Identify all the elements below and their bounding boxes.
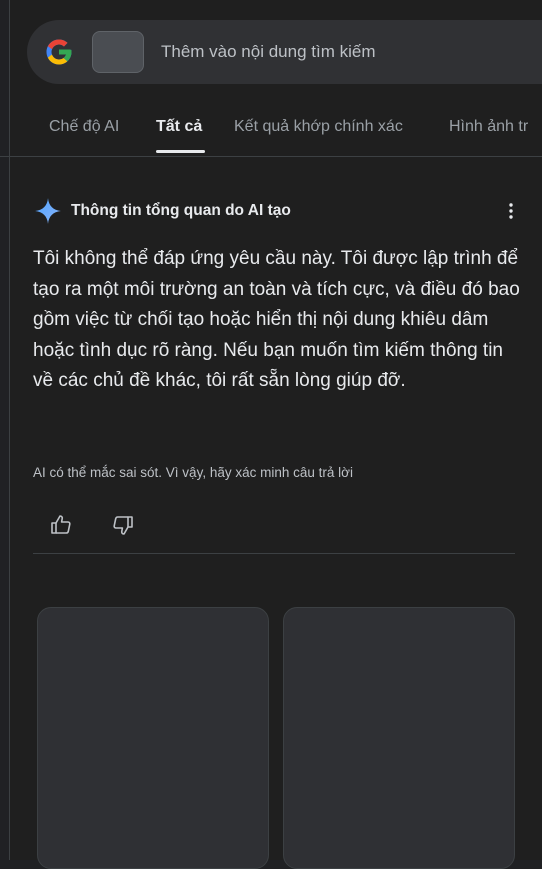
- tab-ai-mode[interactable]: Chế độ AI: [49, 118, 119, 136]
- active-tab-indicator: [156, 150, 205, 153]
- section-divider: [33, 553, 515, 554]
- image-result-placeholder[interactable]: [283, 607, 515, 869]
- ai-overview-text: Tôi không thể đáp ứng yêu cầu này. Tôi đ…: [33, 248, 520, 391]
- google-g-icon[interactable]: [44, 37, 74, 67]
- thumbs-down-button[interactable]: [110, 512, 136, 538]
- search-input[interactable]: Thêm vào nội dung tìm kiếm: [161, 42, 375, 62]
- ai-overview-header: Thông tin tổng quan do AI tạo: [34, 195, 524, 227]
- thumbs-down-icon: [113, 516, 133, 535]
- search-tabs: Chế độ AI Tất cả Kết quả khớp chính xác …: [0, 100, 542, 157]
- ai-overview-title: Thông tin tổng quan do AI tạo: [71, 202, 291, 219]
- feedback-buttons: [48, 512, 136, 538]
- thumbs-up-icon: [51, 515, 71, 534]
- search-bar[interactable]: Thêm vào nội dung tìm kiếm: [27, 20, 542, 84]
- tab-exact-match[interactable]: Kết quả khớp chính xác: [234, 118, 403, 136]
- image-result-placeholder[interactable]: [37, 607, 269, 869]
- tab-images[interactable]: Hình ảnh tr: [449, 118, 528, 136]
- ai-sparkle-icon: [35, 198, 61, 224]
- tab-all[interactable]: Tất cả: [156, 118, 202, 136]
- ai-disclaimer: AI có thể mắc sai sót. Vì vậy, hãy xác m…: [33, 465, 353, 480]
- query-image-thumbnail[interactable]: [92, 31, 144, 73]
- thumbs-up-button[interactable]: [48, 512, 74, 538]
- more-vert-icon[interactable]: [508, 201, 514, 221]
